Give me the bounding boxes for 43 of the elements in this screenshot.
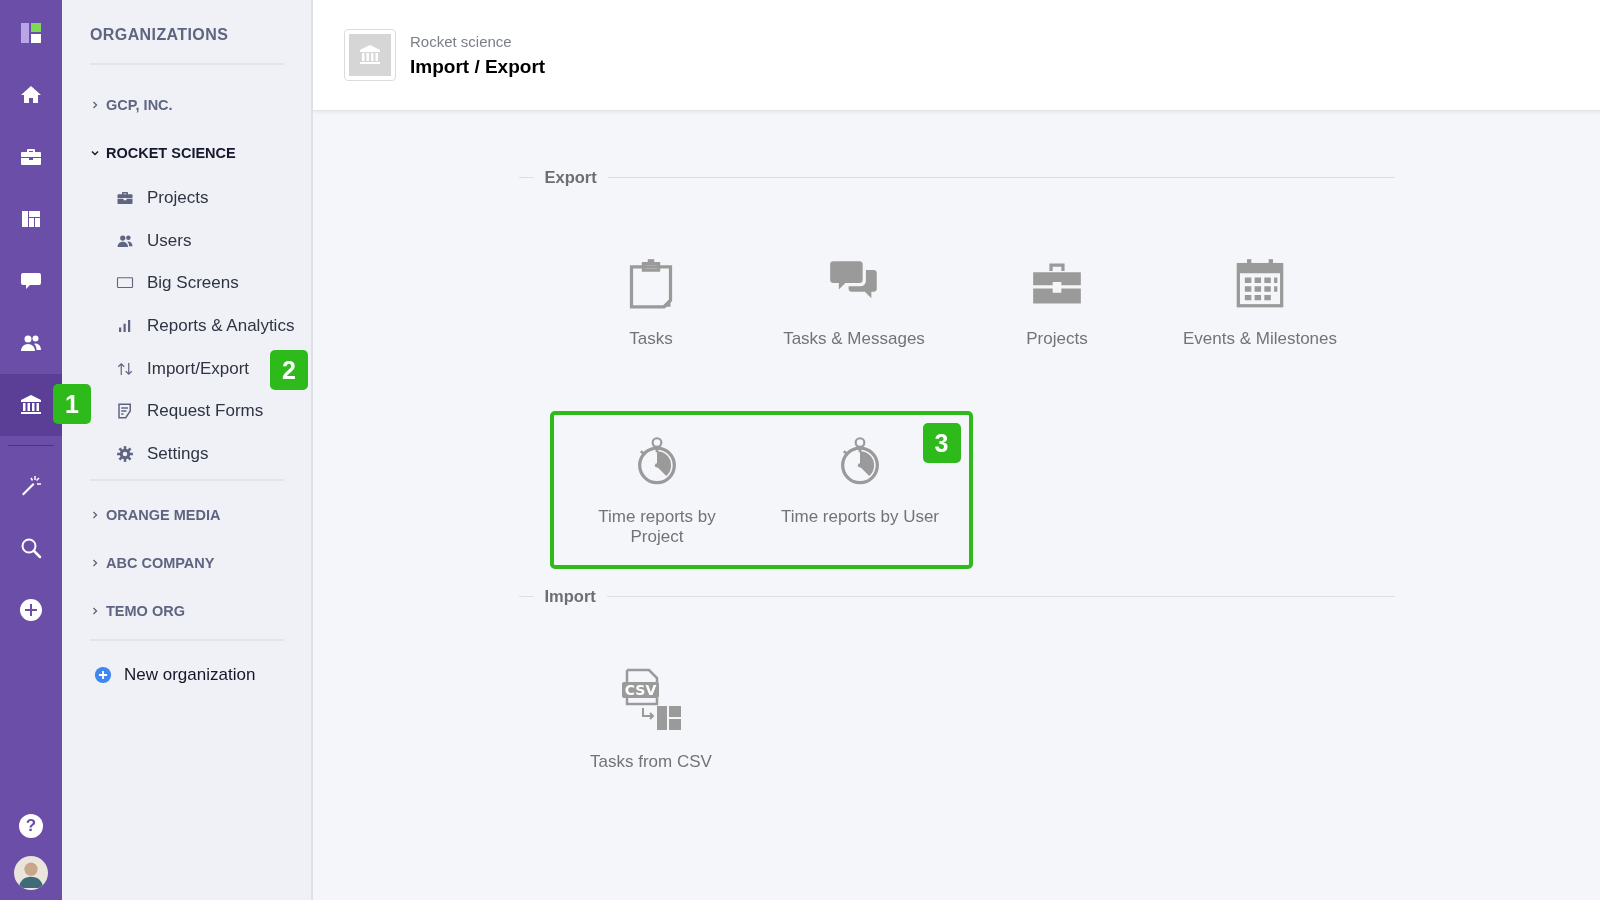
sidebar-item[interactable]: Big Screens [90,262,239,305]
callout-badge: 3 [922,423,961,463]
export-option[interactable]: Events & Milestones [1183,257,1337,349]
logo-icon [19,21,43,45]
add-icon[interactable] [19,598,43,622]
sidebar-item[interactable]: Import/Export [90,347,250,390]
organization-item[interactable]: ORANGE MEDIA [90,491,284,540]
export-option[interactable]: Tasks & Messages [783,257,925,349]
rail-button[interactable] [0,374,62,436]
page-title: Import / Export [410,55,546,78]
export-option[interactable]: Tasks [625,257,677,349]
callout-badge: 2 [270,350,308,391]
sidebar-item[interactable]: Request Forms [90,389,264,433]
sidebar-item[interactable]: Reports & Analytics [90,304,295,348]
export-option[interactable]: Time reports by Project [571,435,743,547]
organization-name: Rocket science [410,32,513,50]
export-option[interactable]: Projects [1026,257,1088,349]
sidebar-item[interactable]: Projects [90,177,209,220]
sidebar-title: ORGANIZATIONS [90,25,230,45]
export-option[interactable]: CSV Tasks from CSV [590,668,712,772]
sidebar-item[interactable]: Settings [90,432,209,476]
organization-item[interactable]: ABC COMPANY [90,539,284,588]
section-title: Import [544,586,596,606]
organization-item[interactable]: GCP, INC. [90,81,284,129]
form-icon [116,402,134,421]
sidebar-item[interactable]: Users [90,219,192,263]
chevron-right-icon [90,100,100,110]
section-title: Export [544,167,597,187]
search-icon[interactable] [19,536,43,560]
help-button[interactable]: ? [19,814,43,838]
callout-badge: 1 [53,384,91,424]
organization-item[interactable]: ROCKET SCIENCE [90,129,284,177]
gear-icon [116,444,134,463]
new-organization-button[interactable]: New organization [90,651,284,700]
chevron-down-icon [90,148,100,158]
chevron-right-icon [90,606,100,617]
bank-icon [19,393,43,417]
avatar[interactable] [14,856,48,890]
calendar-icon [1234,257,1286,309]
add-icon [94,666,112,685]
chevron-right-icon [90,510,100,521]
chevron-right-icon [90,558,100,569]
organization-item[interactable]: TEMO ORG [90,587,284,636]
